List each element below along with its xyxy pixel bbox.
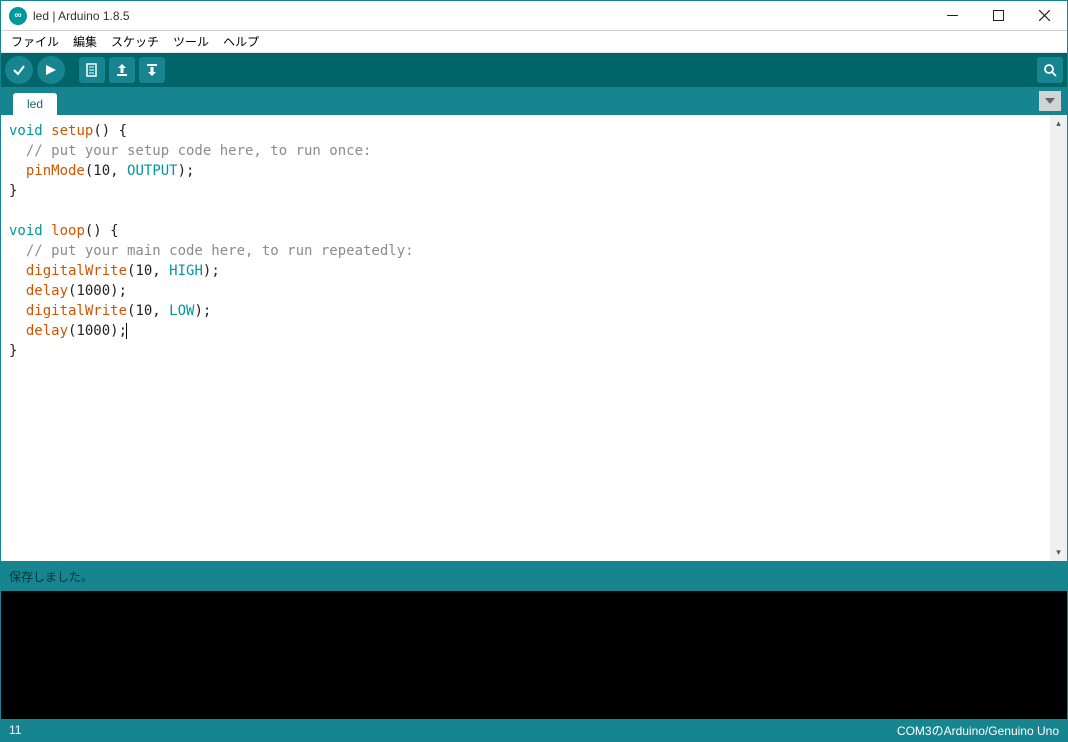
code-token: LOW [169,303,194,319]
code-token: } [9,343,17,359]
status-bar: 保存しました。 [1,561,1067,591]
arduino-icon: ∞ [9,7,27,25]
vertical-scrollbar[interactable]: ▴ ▾ [1050,115,1067,561]
tab-menu-button[interactable] [1039,91,1061,111]
code-token: setup [51,123,93,139]
code-token: ); [194,303,211,319]
serial-monitor-button[interactable] [1037,57,1063,83]
scroll-down-icon[interactable]: ▾ [1050,544,1067,561]
verify-button[interactable] [5,56,33,84]
code-token: (10, [127,303,169,319]
board-port-label: COM3のArduino/Genuino Uno [897,722,1059,739]
line-number: 11 [9,723,21,737]
code-token: (10, [127,263,169,279]
scroll-track[interactable] [1050,132,1067,544]
code-token: (1000); [68,283,127,299]
menu-edit[interactable]: 編集 [67,31,103,52]
titlebar: ∞ led | Arduino 1.8.5 [1,1,1067,31]
code-token: (10, [85,163,127,179]
code-comment: // put your main code here, to run repea… [9,243,414,259]
footer-bar: 11 COM3のArduino/Genuino Uno [1,719,1067,741]
open-button[interactable] [109,57,135,83]
scroll-up-icon[interactable]: ▴ [1050,115,1067,132]
tabbar: led [1,87,1067,115]
app-window: ∞ led | Arduino 1.8.5 ファイル 編集 スケッチ ツール ヘ… [0,0,1068,742]
code-token: ); [178,163,195,179]
menu-help[interactable]: ヘルプ [217,31,265,52]
maximize-button[interactable] [975,1,1021,31]
code-token: digitalWrite [26,263,127,279]
tab-led[interactable]: led [13,93,57,115]
code-token: HIGH [169,263,203,279]
code-token: pinMode [26,163,85,179]
window-title: led | Arduino 1.8.5 [33,9,130,23]
code-token [9,323,26,339]
code-token [9,303,26,319]
code-token: } [9,183,17,199]
code-token: delay [26,323,68,339]
close-button[interactable] [1021,1,1067,31]
menubar: ファイル 編集 スケッチ ツール ヘルプ [1,31,1067,53]
code-token [9,283,26,299]
upload-button[interactable] [37,56,65,84]
text-cursor [126,323,127,339]
editor-area: void setup() { // put your setup code he… [1,115,1067,561]
menu-sketch[interactable]: スケッチ [105,31,165,52]
minimize-button[interactable] [929,1,975,31]
code-token [9,163,26,179]
code-token: digitalWrite [26,303,127,319]
menu-file[interactable]: ファイル [5,31,65,52]
code-token: () { [93,123,127,139]
code-comment: // put your setup code here, to run once… [9,143,371,159]
code-token: void [9,123,43,139]
code-token: loop [51,223,85,239]
code-editor[interactable]: void setup() { // put your setup code he… [1,115,1050,561]
new-button[interactable] [79,57,105,83]
menu-tools[interactable]: ツール [167,31,215,52]
console-output[interactable] [1,591,1067,719]
code-token: ); [203,263,220,279]
toolbar [1,53,1067,87]
code-token: () { [85,223,119,239]
code-token: void [9,223,43,239]
code-token: delay [26,283,68,299]
code-token: (1000); [68,323,127,339]
save-button[interactable] [139,57,165,83]
code-token: OUTPUT [127,163,178,179]
code-token [9,263,26,279]
status-message: 保存しました。 [9,568,93,585]
